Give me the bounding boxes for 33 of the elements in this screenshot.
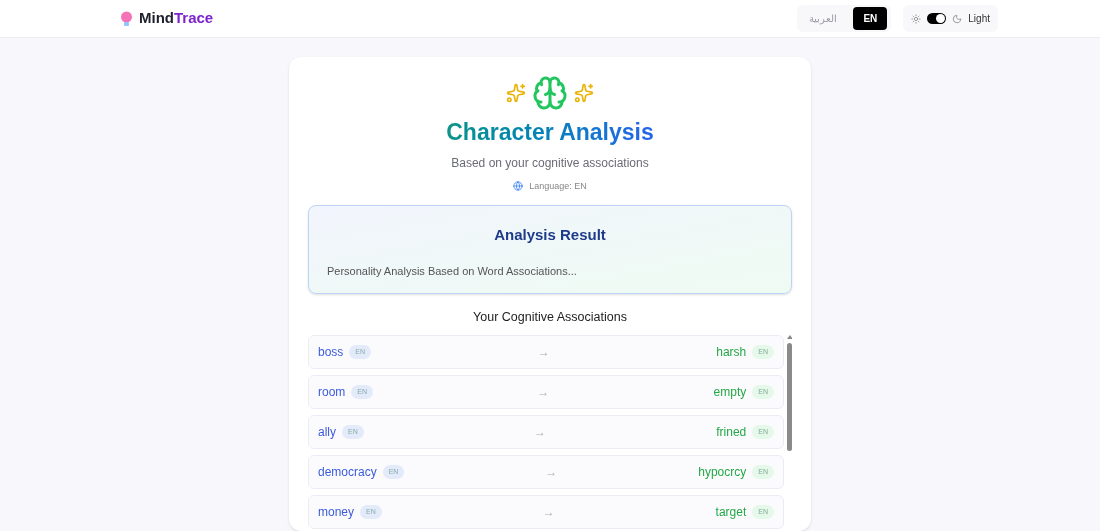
scrollbar-thumb[interactable] (787, 342, 792, 451)
cue-word: boss (318, 343, 344, 361)
associations-title: Your Cognitive Associations (473, 309, 627, 326)
response-word: frined (716, 423, 747, 441)
response-word: hypocrcy (698, 463, 747, 481)
theme-switch[interactable] (927, 13, 947, 24)
arrow: → (542, 503, 555, 521)
cue-word: room (318, 383, 346, 401)
result-title: Analysis Result (493, 225, 607, 245)
language-label: Language: EN (529, 179, 587, 193)
moon-icon (952, 13, 963, 24)
response-word: harsh (716, 343, 747, 361)
result-text: Personality Analysis Based on Word Associations... (327, 263, 578, 279)
arrow: → (534, 423, 546, 441)
theme-label: Light (968, 12, 990, 26)
cue-word: ally (318, 423, 336, 441)
arrow: → (537, 343, 550, 361)
response-word: empty (713, 383, 747, 401)
language-button[interactable]: EN (853, 7, 888, 30)
brand-logo[interactable]: MindTrace (139, 7, 214, 30)
scroll-up-icon[interactable] (786, 334, 792, 339)
page-subtitle: Based on your cognitive associations (451, 154, 649, 172)
sparkles-icon (574, 83, 594, 103)
cue-word: money (318, 503, 355, 521)
sun-icon (911, 13, 922, 24)
brain-icon (532, 75, 568, 111)
arrow: → (537, 383, 550, 401)
globe-icon (513, 181, 524, 192)
lightbulb-icon (120, 10, 133, 27)
arrow: → (545, 463, 558, 481)
cue-word: democracy (318, 463, 377, 481)
sparkles-icon (506, 83, 526, 103)
response-word: target (715, 503, 747, 521)
